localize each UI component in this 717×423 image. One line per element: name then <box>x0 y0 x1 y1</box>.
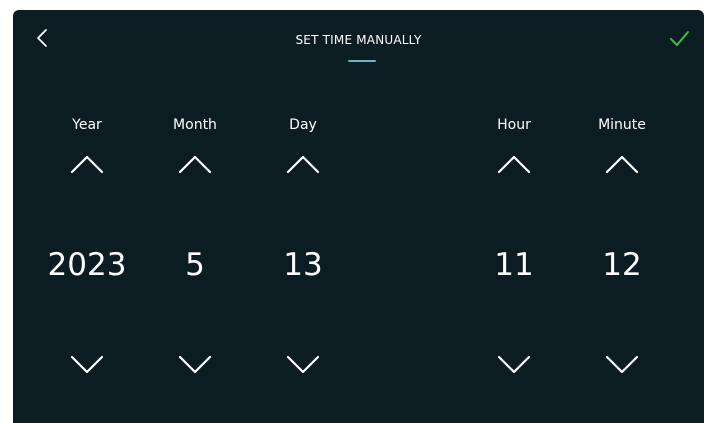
chevron-down-icon <box>286 355 320 374</box>
year-label: Year <box>72 117 102 133</box>
month-decrement-button[interactable] <box>178 354 212 376</box>
checkmark-icon <box>670 31 689 46</box>
day-picker: Day 13 <box>253 110 353 400</box>
chevron-down-icon <box>605 355 639 374</box>
set-time-screen: SET TIME MANUALLY Year 2023 Month 5 Day … <box>13 10 704 423</box>
day-label: Day <box>289 117 317 133</box>
day-value: 13 <box>283 247 323 283</box>
minute-decrement-button[interactable] <box>605 354 639 376</box>
chevron-down-icon <box>70 355 104 374</box>
minute-picker: Minute 12 <box>572 110 672 400</box>
hour-picker: Hour 11 <box>464 110 564 400</box>
hour-decrement-button[interactable] <box>497 354 531 376</box>
year-increment-button[interactable] <box>70 153 104 175</box>
minute-label: Minute <box>598 117 646 133</box>
chevron-up-icon <box>497 155 531 174</box>
confirm-button[interactable] <box>664 24 694 52</box>
month-picker: Month 5 <box>145 110 245 400</box>
year-decrement-button[interactable] <box>70 354 104 376</box>
minute-value: 12 <box>602 247 642 283</box>
chevron-down-icon <box>497 355 531 374</box>
day-increment-button[interactable] <box>286 153 320 175</box>
month-increment-button[interactable] <box>178 153 212 175</box>
chevron-up-icon <box>178 155 212 174</box>
hour-increment-button[interactable] <box>497 153 531 175</box>
hour-label: Hour <box>497 117 531 133</box>
title-underline <box>348 60 376 62</box>
month-label: Month <box>173 117 217 133</box>
chevron-up-icon <box>605 155 639 174</box>
chevron-down-icon <box>178 355 212 374</box>
chevron-up-icon <box>70 155 104 174</box>
year-picker: Year 2023 <box>37 110 137 400</box>
minute-increment-button[interactable] <box>605 153 639 175</box>
chevron-up-icon <box>286 155 320 174</box>
day-decrement-button[interactable] <box>286 354 320 376</box>
page-title: SET TIME MANUALLY <box>295 33 422 47</box>
